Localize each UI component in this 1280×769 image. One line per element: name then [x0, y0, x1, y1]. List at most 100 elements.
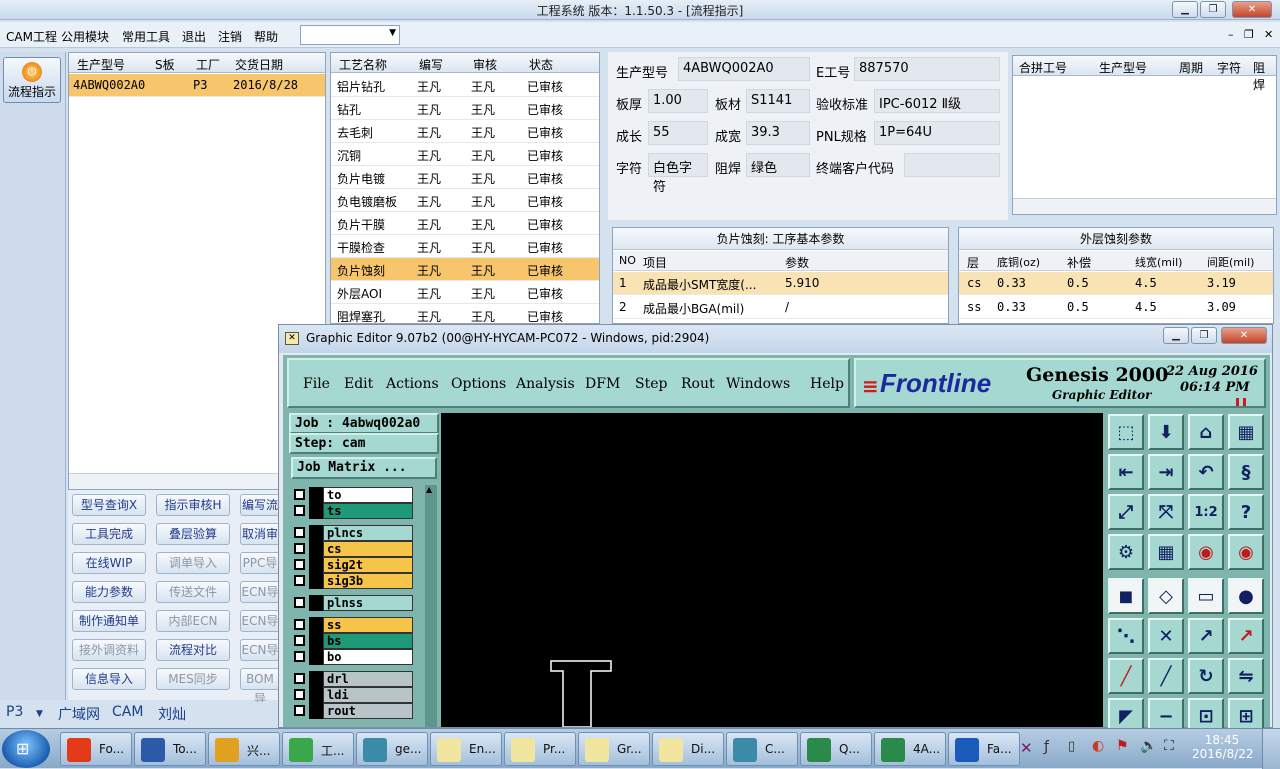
tray-f-icon[interactable]: ƒ — [1044, 739, 1049, 755]
layer-checkbox[interactable] — [294, 635, 305, 646]
menu-exit[interactable]: 退出 — [182, 28, 206, 45]
tray-x-icon[interactable]: ✕ — [1020, 739, 1033, 757]
function-button[interactable]: 信息导入 — [72, 668, 146, 690]
window-icon[interactable]: ⬚ — [1108, 414, 1144, 450]
function-button[interactable]: 工具完成 — [72, 523, 146, 545]
layer-name[interactable]: bo — [323, 649, 413, 665]
function-button[interactable]: ECN导 — [240, 639, 280, 661]
layer-row[interactable]: bo — [291, 649, 415, 665]
function-button[interactable]: 调单导入 — [156, 552, 230, 574]
tab-p3[interactable]: P3 — [6, 704, 23, 720]
chevron-down-icon[interactable]: ▼ — [36, 709, 43, 719]
taskbar-item-tools[interactable]: To... — [134, 732, 206, 766]
function-button[interactable]: ECN导 — [240, 581, 280, 603]
layer-row[interactable]: ts — [291, 503, 415, 519]
layer-checkbox[interactable] — [294, 651, 305, 662]
undo-icon[interactable]: ↶ — [1188, 454, 1224, 490]
taskbar-item-cam[interactable]: C... — [726, 732, 798, 766]
layer-scrollbar[interactable]: ▲ — [425, 485, 437, 727]
function-button[interactable]: 内部ECN — [156, 610, 230, 632]
draw-line-icon[interactable]: ╱ — [1108, 658, 1144, 694]
col-period[interactable]: 周期 — [1179, 59, 1203, 76]
tray-flag-icon[interactable]: ⚑ — [1116, 738, 1129, 754]
tray-device-icon[interactable]: ▯ — [1068, 739, 1075, 754]
function-button[interactable]: 能力参数 — [72, 581, 146, 603]
taskbar-item-foxit[interactable]: Fo... — [60, 732, 132, 766]
table-row[interactable]: 干膜检查 王凡 王凡 已审核 — [331, 235, 599, 258]
tab-user[interactable]: 刘灿 — [158, 704, 186, 724]
maximize-button[interactable]: ❐ — [1200, 1, 1226, 18]
zoom-fit-icon[interactable]: ⤧ — [1148, 494, 1184, 530]
layer-row[interactable]: drl — [291, 671, 415, 687]
layer-checkbox[interactable] — [294, 559, 305, 570]
layer-checkbox[interactable] — [294, 619, 305, 630]
tab-wan[interactable]: 广域网 — [58, 704, 100, 724]
table-row[interactable]: cs 0.33 0.5 4.5 3.19 — [959, 272, 1273, 295]
material-field[interactable]: S1141 — [746, 89, 810, 113]
layer-checkbox[interactable] — [294, 527, 305, 538]
ge-menu-step[interactable]: Step — [635, 376, 667, 392]
layer-row[interactable]: sig2t — [291, 557, 415, 573]
tab-cam[interactable]: CAM — [112, 704, 143, 720]
flow-indicator-button[interactable]: ⏻ 流程指示 — [3, 57, 61, 103]
col-writer[interactable]: 编写 — [419, 56, 443, 73]
col-comp[interactable]: 补偿 — [1067, 254, 1091, 271]
taskbar-item-shell[interactable]: 兴... — [208, 732, 280, 766]
s-shape-icon[interactable]: § — [1228, 454, 1264, 490]
col-base-cu[interactable]: 底铜(oz) — [997, 254, 1040, 270]
function-button[interactable]: 编写流 — [240, 494, 280, 516]
line-select-icon[interactable]: ◇ — [1148, 578, 1184, 614]
layer-row[interactable]: ldi — [291, 687, 415, 703]
table-row[interactable]: 1 成品最小SMT宽度(... 5.910 — [613, 272, 948, 295]
function-button[interactable]: MES同步 — [156, 668, 230, 690]
layer-name[interactable]: rout — [323, 703, 413, 719]
layer-checkbox[interactable] — [294, 505, 305, 516]
ge-menu-options[interactable]: Options — [451, 376, 506, 392]
home-icon[interactable]: ⌂ — [1188, 414, 1224, 450]
settings-icon[interactable]: ⚙ — [1108, 534, 1144, 570]
mdi-minimize-button[interactable]: – — [1228, 28, 1234, 41]
mdi-restore-button[interactable]: ❐ — [1244, 28, 1254, 41]
menu-common-modules[interactable]: 公用模块 — [61, 28, 109, 45]
taskbar-item-product[interactable]: Pr... — [504, 732, 576, 766]
function-button[interactable]: 指示审核H — [156, 494, 230, 516]
move-left-icon[interactable]: ⇤ — [1108, 454, 1144, 490]
volume-icon[interactable]: 🔈 — [1140, 738, 1157, 754]
taskbar-item-excel-q[interactable]: Q... — [800, 732, 872, 766]
job-matrix-button[interactable]: Job Matrix ... — [291, 457, 437, 479]
col-layer[interactable]: 层 — [967, 254, 979, 271]
ge-maximize-button[interactable]: ❐ — [1191, 327, 1217, 344]
layer-name[interactable]: plnss — [323, 595, 413, 611]
ge-close-button[interactable]: ✕ — [1221, 327, 1267, 344]
arrow-point-red-icon[interactable]: ↗ — [1228, 618, 1264, 654]
snap-red-icon[interactable]: ◉ — [1188, 534, 1224, 570]
layer-row[interactable]: to — [291, 487, 415, 503]
taskbar-item-excel-4a[interactable]: 4A... — [874, 732, 946, 766]
ge-menu-edit[interactable]: Edit — [344, 376, 373, 392]
col-mask[interactable]: 阻焊 — [1253, 59, 1276, 93]
grid-window-icon[interactable]: ▦ — [1228, 414, 1264, 450]
layer-row[interactable]: sig3b — [291, 573, 415, 589]
function-button[interactable]: PPC导 — [240, 552, 280, 574]
table-row[interactable]: 2 成品最小BGA(mil) / — [613, 296, 948, 319]
taskbar-item-engineering[interactable]: En... — [430, 732, 502, 766]
layer-row[interactable]: plnss — [291, 595, 415, 611]
layer-row[interactable]: plncs — [291, 525, 415, 541]
menu-combo-box[interactable]: ▼ — [300, 25, 400, 45]
layer-row[interactable]: rout — [291, 703, 415, 719]
table-row[interactable]: 铝片钻孔 王凡 王凡 已审核 — [331, 74, 599, 97]
ge-menu-windows[interactable]: Windows — [726, 376, 790, 392]
table-row[interactable]: 负片电镀 王凡 王凡 已审核 — [331, 166, 599, 189]
arrow-point-icon[interactable]: ↗ — [1188, 618, 1224, 654]
function-button[interactable]: 流程对比 — [156, 639, 230, 661]
char-field[interactable]: 白色字符 — [648, 153, 708, 195]
tray-app-icon[interactable]: ◐ — [1092, 738, 1104, 754]
pad-icon[interactable]: ◼ — [1108, 578, 1144, 614]
function-button[interactable]: 型号查询X — [72, 494, 146, 516]
mask-field[interactable]: 绿色 — [746, 153, 810, 177]
pnl-field[interactable]: 1P=64U — [874, 121, 1000, 145]
layer-name[interactable]: bs — [323, 633, 413, 649]
ge-minimize-button[interactable]: ▁ — [1163, 327, 1189, 344]
layer-checkbox[interactable] — [294, 689, 305, 700]
layer-checkbox[interactable] — [294, 543, 305, 554]
